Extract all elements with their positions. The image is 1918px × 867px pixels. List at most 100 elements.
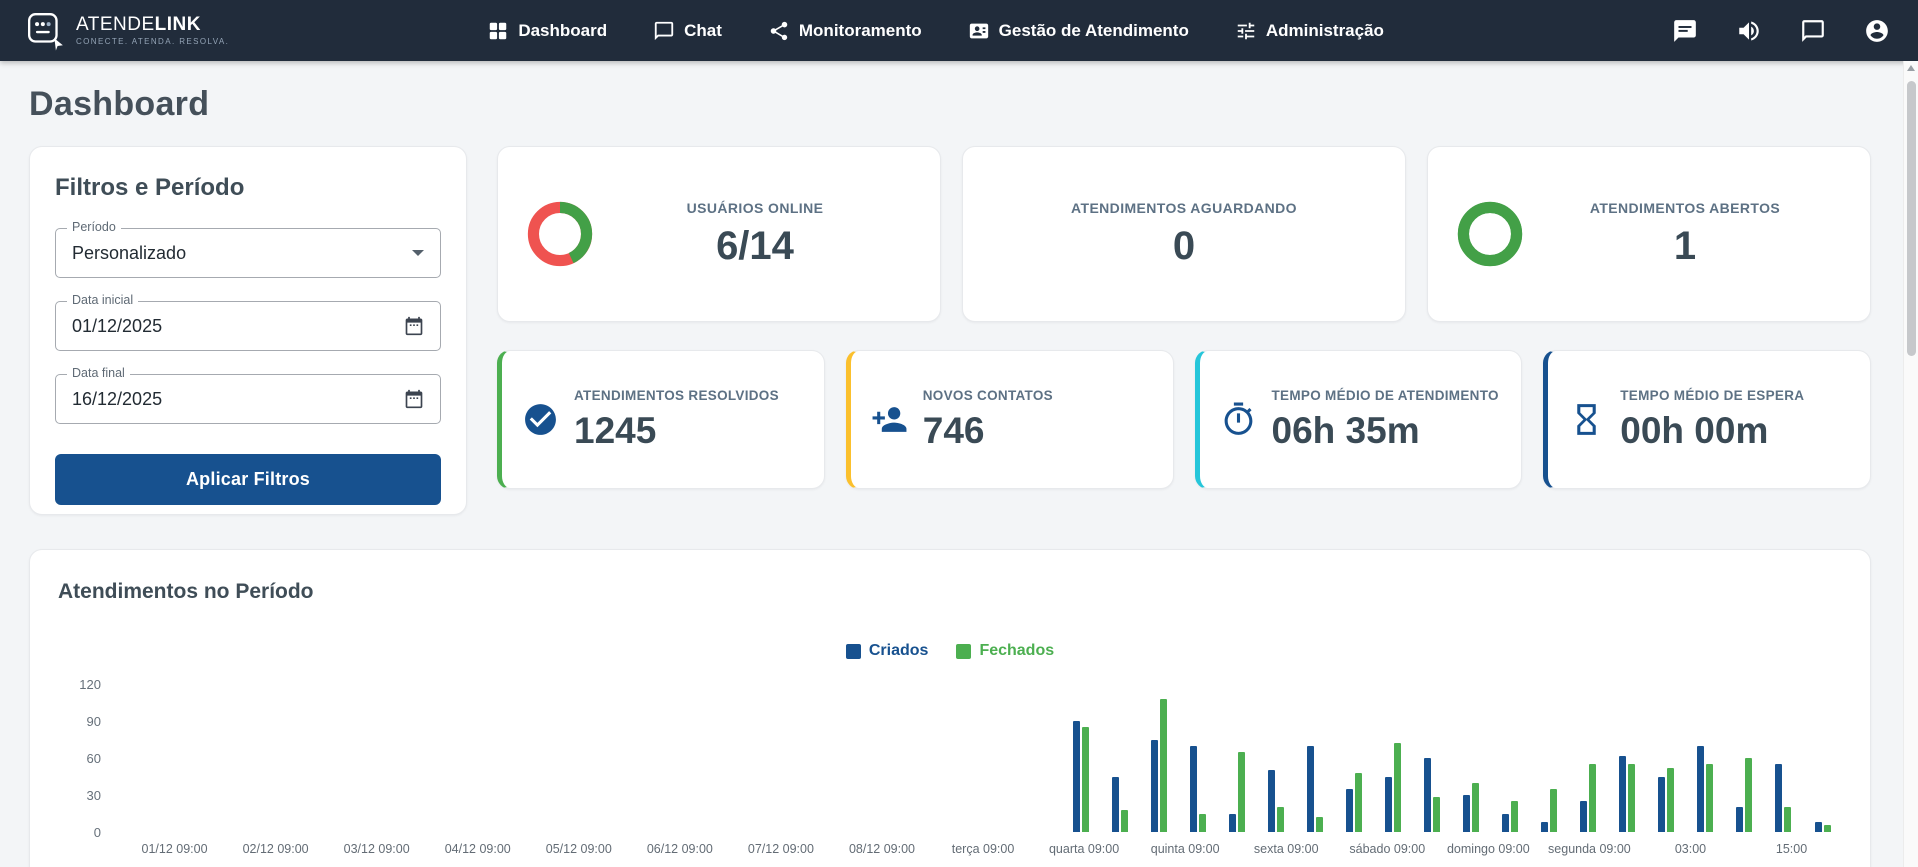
bar-pair [1100, 684, 1139, 832]
x-tick-label: 15:00 [1775, 842, 1808, 856]
nav-item-label: Chat [684, 20, 722, 40]
bar-fechados [1667, 767, 1675, 832]
chat-bubble-icon [654, 21, 674, 40]
stat-value: 00h 00m [1620, 410, 1769, 452]
bar-fechados [1394, 743, 1402, 832]
brand[interactable]: ATENDELINK CONECTE. ATENDA. RESOLVA. [26, 11, 229, 51]
calendar-icon[interactable] [404, 316, 424, 336]
start-date-value: 01/12/2025 [72, 315, 163, 336]
sound-button[interactable] [1736, 18, 1762, 44]
x-tick-label: sábado 09:00 [1349, 842, 1426, 856]
bar-pair [1686, 684, 1725, 832]
bar-criados [1502, 813, 1510, 832]
bar-pair [1452, 684, 1491, 832]
bar-fechados [1589, 764, 1597, 832]
period-label: Período [67, 220, 121, 234]
bar-pair [319, 684, 358, 832]
legend-item-fechados[interactable]: Fechados [956, 642, 1054, 660]
stat-label: TEMPO MÉDIO DE ATENDIMENTO [1271, 387, 1499, 403]
bar-pair [1022, 684, 1061, 832]
bar-pair [1295, 684, 1334, 832]
vertical-scrollbar[interactable] [1903, 61, 1918, 867]
scroll-up-icon[interactable] [1907, 65, 1915, 71]
bar-pair [1608, 684, 1647, 832]
stat-label: NOVOS CONTATOS [922, 387, 1053, 403]
x-tick-label: 03/12 09:00 [343, 842, 410, 856]
stat-card-atendimentos-resolvidos: ATENDIMENTOS RESOLVIDOS 1245 [497, 350, 825, 489]
bar-criados [1424, 758, 1432, 832]
account-button[interactable] [1864, 18, 1890, 44]
stat-card-usuarios-online: USUÁRIOS ONLINE 6/14 [497, 146, 941, 322]
bar-criados [1228, 813, 1236, 832]
x-tick-label: 06/12 09:00 [646, 842, 713, 856]
calendar-icon[interactable] [404, 389, 424, 409]
bar-pair [710, 684, 749, 832]
bar-criados [1541, 822, 1549, 832]
apply-filters-button[interactable]: Aplicar Filtros [55, 454, 441, 505]
bar-pair [632, 684, 671, 832]
main-navigation: Dashboard Chat Monitoramento Gestão de A… [487, 20, 1384, 42]
check-circle-icon [522, 401, 559, 438]
bar-criados [1775, 764, 1783, 832]
nav-item-label: Gestão de Atendimento [998, 20, 1189, 40]
bar-pair [124, 684, 163, 832]
stat-value: 1 [1673, 223, 1697, 268]
bar-pair [163, 684, 202, 832]
bar-fechados [1823, 824, 1831, 832]
start-date-input[interactable]: Data inicial 01/12/2025 [55, 293, 441, 351]
contact-card-icon [969, 23, 988, 38]
legend-label-fechados: Fechados [979, 642, 1055, 659]
stat-label: ATENDIMENTOS RESOLVIDOS [574, 387, 779, 403]
bar-fechados [1081, 727, 1089, 832]
legend-item-criados[interactable]: Criados [845, 642, 929, 660]
scrollbar-thumb[interactable] [1907, 81, 1916, 356]
hourglass-icon [1568, 401, 1605, 438]
nav-item-label: Monitoramento [798, 20, 922, 40]
bar-pair [1647, 684, 1686, 832]
bar-criados [1072, 721, 1080, 832]
stat-card-tempo-medio-atendimento: TEMPO MÉDIO DE ATENDIMENTO 06h 35m [1194, 350, 1523, 489]
bar-pair [749, 684, 788, 832]
x-tick-label: 07/12 09:00 [747, 842, 814, 856]
bar-pair [1334, 684, 1373, 832]
end-date-input[interactable]: Data final 16/12/2025 [55, 366, 441, 424]
chart-title: Atendimentos no Período [58, 580, 314, 603]
bar-pair [866, 684, 905, 832]
nav-item-dashboard[interactable]: Dashboard [487, 20, 607, 42]
legend-label-criados: Criados [868, 642, 929, 659]
bar-criados [1385, 776, 1393, 832]
bar-criados [1697, 745, 1705, 832]
stat-value: 1245 [574, 410, 657, 452]
bar-criados [1736, 807, 1744, 832]
period-select[interactable]: Período Personalizado [55, 220, 441, 278]
bar-pair [944, 684, 983, 832]
bar-pair [1803, 684, 1842, 832]
bar-criados [1306, 745, 1314, 832]
stat-label: USUÁRIOS ONLINE [686, 199, 824, 216]
stat-card-atendimentos-abertos: ATENDIMENTOS ABERTOS 1 [1427, 146, 1871, 322]
nav-item-label: Dashboard [518, 20, 608, 40]
messages-button[interactable] [1672, 18, 1698, 44]
stat-label: TEMPO MÉDIO DE ESPERA [1620, 387, 1805, 403]
bar-pair [202, 684, 241, 832]
brand-text: ATENDELINK CONECTE. ATENDA. RESOLVA. [76, 13, 229, 47]
bar-pair [1178, 684, 1217, 832]
stat-value: 06h 35m [1271, 410, 1420, 452]
nav-item-administracao[interactable]: Administração [1235, 20, 1384, 42]
nav-item-gestao-de-atendimento[interactable]: Gestão de Atendimento [968, 20, 1189, 42]
end-date-value: 16/12/2025 [72, 388, 163, 409]
bar-pair [358, 684, 397, 832]
internal-chat-button[interactable] [1800, 18, 1826, 44]
page-content: Dashboard Filtros e Período Período Pers… [0, 61, 1918, 867]
bar-pair [1061, 684, 1100, 832]
brand-name-primary: ATENDE [76, 13, 155, 35]
chart-y-axis: 120 90 60 30 0 [79, 676, 101, 840]
bar-fechados [1706, 764, 1714, 832]
bar-fechados [1628, 764, 1636, 832]
nav-item-monitoramento[interactable]: Monitoramento [768, 20, 922, 42]
bar-pair [1491, 684, 1530, 832]
bar-pair [436, 684, 475, 832]
bar-fechados [1237, 751, 1245, 832]
stat-label: ATENDIMENTOS ABERTOS [1589, 199, 1781, 216]
nav-item-chat[interactable]: Chat [653, 20, 722, 42]
